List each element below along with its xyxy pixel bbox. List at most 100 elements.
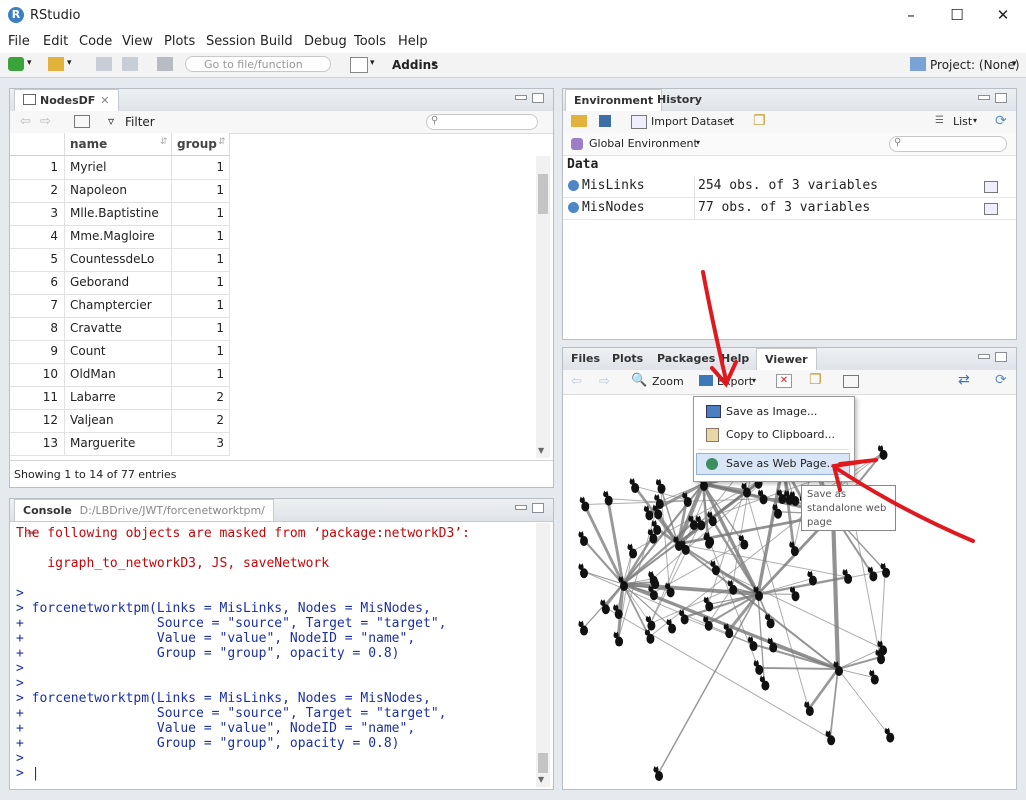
export-button[interactable]: Export: [717, 375, 753, 388]
save-icon[interactable]: [96, 57, 112, 71]
network-node-cat-icon[interactable]: [578, 620, 588, 636]
menu-tools[interactable]: Tools: [354, 34, 386, 49]
zoom-icon[interactable]: 🔍: [631, 373, 647, 388]
tab-files[interactable]: Files: [563, 348, 608, 370]
new-file-icon[interactable]: [8, 57, 24, 71]
sort-icon[interactable]: ⇵: [160, 137, 168, 147]
network-node-cat-icon[interactable]: [789, 541, 799, 557]
table-row[interactable]: 6 Geborand 1: [10, 271, 230, 295]
column-header-name[interactable]: name: [70, 133, 107, 155]
minimize-pane-icon[interactable]: [515, 505, 527, 510]
menu-build[interactable]: Build: [260, 34, 293, 49]
network-node-cat-icon[interactable]: [703, 596, 714, 612]
save-as-image-item[interactable]: Save as Image...: [694, 401, 850, 423]
menu-help[interactable]: Help: [398, 34, 428, 49]
console-output[interactable]: The following objects are masked from ‘p…: [0, 524, 530, 786]
load-workspace-icon[interactable]: [571, 115, 587, 127]
environment-row[interactable]: MisNodes 77 obs. of 3 variables: [563, 198, 1016, 220]
tab-history[interactable]: History: [649, 89, 710, 111]
broom-icon[interactable]: ❐: [753, 113, 766, 129]
network-node-cat-icon[interactable]: [825, 730, 836, 746]
close-tab-icon[interactable]: ✕: [100, 94, 109, 107]
console-scrollbar[interactable]: ▼: [536, 523, 550, 787]
menu-debug[interactable]: Debug: [304, 34, 347, 49]
grid-layout-icon[interactable]: [350, 57, 368, 73]
network-node-cat-icon[interactable]: [710, 560, 720, 576]
environment-scope-select[interactable]: Global Environment: [589, 137, 698, 150]
chevron-down-icon[interactable]: ▾: [1012, 59, 1017, 69]
chevron-down-icon[interactable]: ▾: [696, 138, 700, 147]
tab-console[interactable]: Console D:/LBDrive/JWT/forcenetworktpm/ …: [14, 499, 274, 539]
print-icon[interactable]: [157, 57, 173, 71]
view-table-icon[interactable]: [984, 181, 998, 193]
tab-help[interactable]: Help: [713, 348, 757, 370]
export-icon[interactable]: [699, 375, 713, 386]
menu-edit[interactable]: Edit: [43, 34, 68, 49]
menu-view[interactable]: View: [122, 34, 153, 49]
network-node-cat-icon[interactable]: [578, 563, 588, 579]
refresh-icon[interactable]: ⟳: [995, 372, 1007, 388]
project-menu[interactable]: Project: (None): [930, 58, 1020, 72]
network-node-cat-icon[interactable]: [753, 659, 764, 675]
filter-button[interactable]: Filter: [125, 115, 155, 129]
column-header-group[interactable]: group: [177, 133, 217, 155]
network-node-cat-icon[interactable]: [579, 496, 590, 512]
save-as-web-page-item[interactable]: Save as Web Page...: [694, 453, 850, 475]
chevron-down-icon[interactable]: ▾: [67, 58, 72, 68]
minimize-pane-icon[interactable]: [978, 354, 990, 359]
popout-icon[interactable]: [74, 115, 90, 128]
maximize-button[interactable]: ☐: [934, 0, 980, 31]
refresh-icon[interactable]: ⟳: [995, 113, 1007, 129]
network-node-cat-icon[interactable]: [765, 613, 775, 629]
table-row[interactable]: 9 Count 1: [10, 340, 230, 364]
network-node-cat-icon[interactable]: [578, 531, 588, 547]
network-node-cat-icon[interactable]: [627, 543, 638, 559]
popout-icon[interactable]: [843, 375, 859, 388]
save-all-icon[interactable]: [122, 57, 138, 71]
network-node-cat-icon[interactable]: [767, 637, 778, 653]
tab-environment[interactable]: Environment: [565, 89, 663, 111]
broom-icon[interactable]: ❐: [809, 372, 822, 388]
network-node-cat-icon[interactable]: [655, 478, 666, 494]
data-search-input[interactable]: ⚲: [426, 114, 538, 130]
sync-icon[interactable]: ⇄: [958, 372, 970, 388]
sort-icon[interactable]: ⇵: [218, 137, 226, 147]
table-row[interactable]: 8 Cravatte 1: [10, 317, 230, 341]
chevron-down-icon[interactable]: ▾: [973, 116, 977, 125]
scrollbar-thumb[interactable]: [538, 174, 548, 214]
view-mode-select[interactable]: List: [953, 115, 972, 128]
table-row[interactable]: 10 OldMan 1: [10, 363, 230, 387]
network-node-cat-icon[interactable]: [703, 533, 714, 549]
remove-viewer-icon[interactable]: ✕: [776, 374, 792, 388]
table-row[interactable]: 4 Mme.Magloire 1: [10, 225, 230, 249]
maximize-pane-icon[interactable]: [532, 503, 544, 513]
scrollbar-thumb[interactable]: [538, 753, 548, 773]
table-row[interactable]: 5 CountessdeLo 1: [10, 248, 230, 272]
filter-icon[interactable]: ▿: [108, 114, 114, 128]
forward-arrow-icon[interactable]: ⇨: [40, 114, 51, 129]
tab-plots[interactable]: Plots: [604, 348, 651, 370]
tab-nodesdf[interactable]: NodesDF ✕: [14, 89, 119, 111]
network-node-cat-icon[interactable]: [880, 562, 891, 578]
table-row[interactable]: 3 Mlle.Baptistine 1: [10, 202, 230, 226]
chevron-down-icon[interactable]: ▾: [752, 376, 756, 385]
copy-to-clipboard-item[interactable]: Copy to Clipboard...: [694, 424, 850, 446]
network-node-cat-icon[interactable]: [759, 675, 770, 691]
maximize-pane-icon[interactable]: [995, 93, 1007, 103]
table-row[interactable]: 2 Napoleon 1: [10, 179, 230, 203]
network-node-cat-icon[interactable]: [679, 609, 689, 625]
scroll-down-icon[interactable]: ▼: [538, 446, 544, 455]
table-scrollbar[interactable]: ▼: [536, 156, 550, 458]
import-dataset-icon[interactable]: [631, 115, 647, 129]
chevron-down-icon[interactable]: ▾: [729, 116, 733, 125]
environment-search-input[interactable]: ⚲: [889, 136, 1007, 152]
table-row[interactable]: 7 Champtercier 1: [10, 294, 230, 318]
back-arrow-icon[interactable]: ⇦: [571, 374, 582, 389]
close-button[interactable]: ✕: [980, 0, 1026, 31]
back-arrow-icon[interactable]: ⇦: [20, 114, 31, 129]
network-node-cat-icon[interactable]: [645, 615, 656, 631]
environment-row[interactable]: MisLinks 254 obs. of 3 variables: [563, 176, 1016, 198]
tab-viewer[interactable]: Viewer: [756, 348, 817, 370]
minimize-pane-icon[interactable]: [978, 95, 990, 100]
network-node-cat-icon[interactable]: [666, 618, 677, 634]
